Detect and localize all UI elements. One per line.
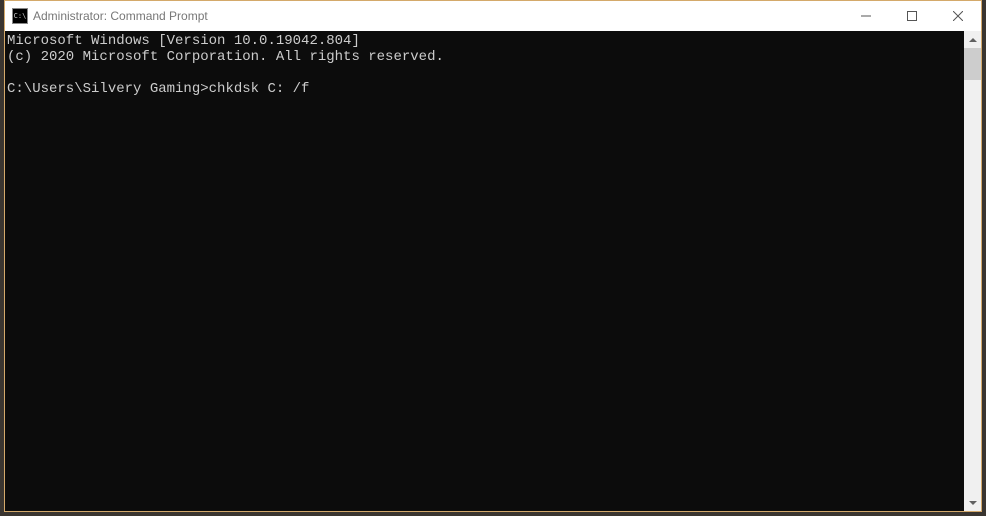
client-area: Microsoft Windows [Version 10.0.19042.80… — [5, 31, 981, 511]
terminal-cursor — [309, 83, 317, 97]
scroll-up-button[interactable] — [964, 31, 981, 48]
vertical-scrollbar[interactable] — [964, 31, 981, 511]
close-icon — [953, 11, 963, 21]
scroll-track[interactable] — [964, 48, 981, 494]
minimize-icon — [861, 11, 871, 21]
maximize-icon — [907, 11, 917, 21]
close-button[interactable] — [935, 1, 981, 31]
scroll-thumb[interactable] — [964, 48, 981, 80]
window-controls — [843, 1, 981, 31]
titlebar[interactable]: C:\ Administrator: Command Prompt — [5, 1, 981, 31]
window-title: Administrator: Command Prompt — [33, 9, 843, 23]
cmd-window: C:\ Administrator: Command Prompt — [4, 0, 982, 512]
cmd-icon: C:\ — [12, 8, 28, 24]
terminal-command: chkdsk C: /f — [209, 81, 310, 97]
terminal-output[interactable]: Microsoft Windows [Version 10.0.19042.80… — [5, 31, 964, 511]
terminal-line: Microsoft Windows [Version 10.0.19042.80… — [7, 33, 360, 49]
cmd-icon-text: C:\ — [14, 13, 27, 20]
minimize-button[interactable] — [843, 1, 889, 31]
terminal-line: (c) 2020 Microsoft Corporation. All righ… — [7, 49, 444, 65]
maximize-button[interactable] — [889, 1, 935, 31]
chevron-down-icon — [969, 501, 977, 505]
terminal-prompt: C:\Users\Silvery Gaming> — [7, 81, 209, 97]
chevron-up-icon — [969, 38, 977, 42]
scroll-down-button[interactable] — [964, 494, 981, 511]
